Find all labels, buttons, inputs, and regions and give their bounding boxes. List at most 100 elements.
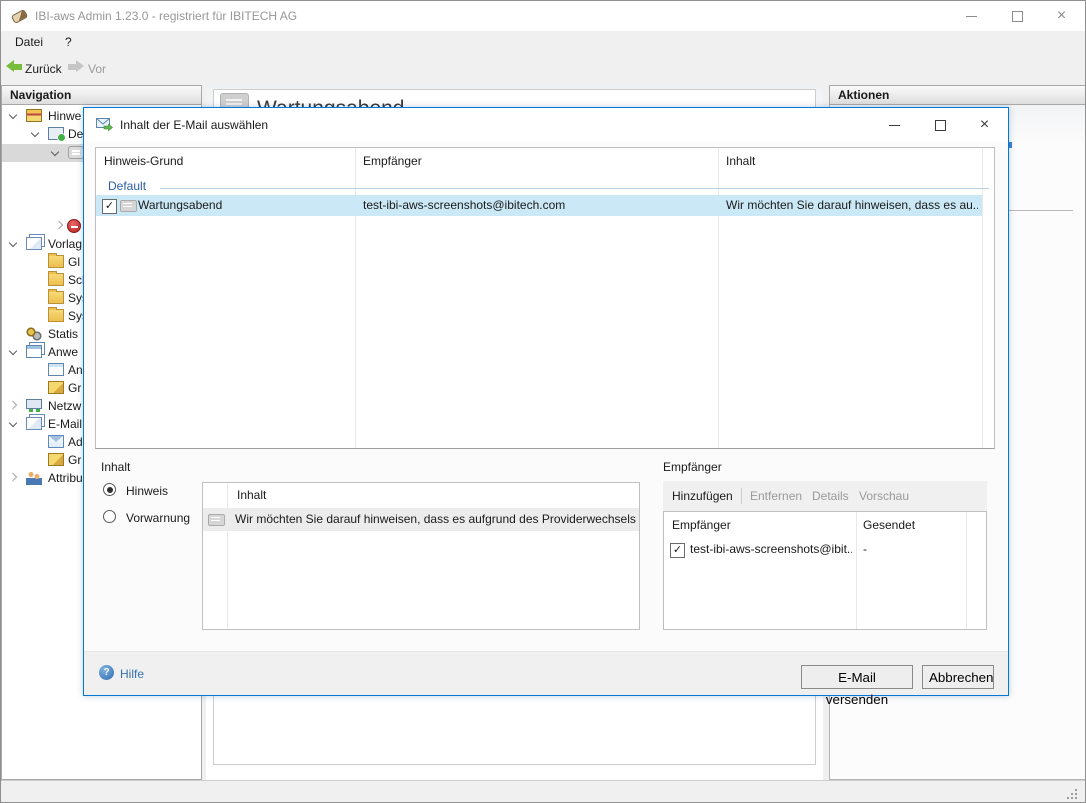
folder-icon <box>48 255 64 268</box>
add-button[interactable]: Hinzufügen <box>672 481 733 511</box>
app-icon <box>11 8 27 24</box>
chevron-right-icon[interactable] <box>55 221 63 229</box>
empfaenger-table: Empfänger Gesendet test-ibi-aws-screensh… <box>663 511 987 630</box>
menu-help[interactable]: ? <box>65 35 72 49</box>
box-icon <box>48 453 64 466</box>
chevron-down-icon[interactable] <box>9 419 17 427</box>
table-row[interactable]: test-ibi-aws-screenshots@ibit... - <box>664 538 986 561</box>
documents-icon <box>26 237 42 250</box>
cancel-button[interactable]: Abbrechen <box>922 665 994 689</box>
dialog-maximize-button[interactable] <box>917 110 962 140</box>
close-icon: × <box>980 116 989 133</box>
minimize-button[interactable] <box>949 1 994 31</box>
details-button[interactable]: Details <box>812 481 849 511</box>
column-header-empfaenger[interactable]: Empfänger <box>363 148 703 175</box>
help-link[interactable]: Hilfe <box>120 667 144 681</box>
cell-inhalt: Wir möchten Sie darauf hinweisen, dass e… <box>726 195 978 216</box>
back-button[interactable]: Zurück <box>25 62 62 76</box>
row-checkbox[interactable] <box>102 199 117 214</box>
windows-stack-icon <box>26 345 42 358</box>
navigation-header: Navigation <box>1 85 202 105</box>
app-window: IBI-aws Admin 1.23.0 - registriert für I… <box>0 0 1086 803</box>
nav-toolbar: Zurück Vor <box>1 54 1086 81</box>
chevron-down-icon[interactable] <box>9 347 17 355</box>
table-row[interactable]: Wartungsabend test-ibi-aws-screenshots@i… <box>96 195 982 216</box>
column-divider <box>227 483 228 629</box>
chevron-down-icon[interactable] <box>9 239 17 247</box>
speech-bubble-icon <box>120 200 137 212</box>
column-header-gesendet[interactable]: Gesendet <box>863 512 963 538</box>
send-email-button[interactable]: E-Mail versenden <box>801 665 913 689</box>
resize-grip[interactable] <box>1067 789 1079 801</box>
empfaenger-toolbar: Hinzufügen Entfernen Details Vorschau <box>663 481 987 511</box>
network-icon <box>26 399 42 409</box>
speech-bubble-icon <box>68 146 84 159</box>
maximize-icon <box>935 120 946 131</box>
help-icon: ? <box>99 665 114 680</box>
dialog-close-button[interactable]: × <box>962 110 1007 140</box>
email-icon <box>96 116 113 133</box>
close-button[interactable]: × <box>1039 1 1084 31</box>
minimize-icon <box>966 16 977 17</box>
envelope-icon <box>48 435 64 448</box>
toolbar-separator <box>741 488 742 504</box>
window-title: IBI-aws Admin 1.23.0 - registriert für I… <box>35 9 297 23</box>
column-divider[interactable] <box>856 512 857 629</box>
column-header-inhalt[interactable]: Inhalt <box>726 148 966 175</box>
window-icon <box>48 363 64 376</box>
gears-icon <box>26 327 42 341</box>
chevron-down-icon[interactable] <box>9 111 17 119</box>
users-icon <box>26 471 42 485</box>
maximize-button[interactable] <box>994 1 1039 31</box>
cell-empfaenger: test-ibi-aws-screenshots@ibitech.com <box>363 195 711 216</box>
dialog-minimize-button[interactable] <box>872 110 917 140</box>
email-dialog: Inhalt der E-Mail auswählen × Hinweis-Gr… <box>83 107 1009 696</box>
title-bar: IBI-aws Admin 1.23.0 - registriert für I… <box>1 1 1086 31</box>
radio-vorwarnung[interactable] <box>103 510 116 523</box>
hinweis-table: Hinweis-Grund Empfänger Inhalt Default W… <box>95 147 995 449</box>
empfaenger-group-label: Empfänger <box>663 460 722 474</box>
column-header-hinweis-grund[interactable]: Hinweis-Grund <box>104 148 344 175</box>
column-divider[interactable] <box>355 148 356 448</box>
radio-vorwarnung-label[interactable]: Vorwarnung <box>126 511 190 525</box>
package-icon <box>26 109 42 122</box>
column-header-inhalt[interactable]: Inhalt <box>237 483 437 508</box>
column-divider[interactable] <box>718 148 719 448</box>
group-header-line <box>160 188 989 189</box>
maximize-icon <box>1012 11 1023 22</box>
radio-hinweis-label[interactable]: Hinweis <box>126 484 168 498</box>
box-icon <box>48 381 64 394</box>
minus-circle-icon <box>67 219 81 233</box>
group-header-default[interactable]: Default <box>108 179 146 193</box>
back-arrow-icon <box>6 60 22 73</box>
folder-icon <box>48 309 64 322</box>
remove-button[interactable]: Entfernen <box>750 481 802 511</box>
mail-stack-icon <box>26 417 42 430</box>
column-divider <box>982 148 983 448</box>
chevron-down-icon[interactable] <box>51 148 59 156</box>
minimize-icon <box>889 125 900 126</box>
column-header-empfaenger[interactable]: Empfänger <box>672 512 850 538</box>
folder-icon <box>48 291 64 304</box>
close-icon: × <box>1057 7 1066 24</box>
row-checkbox[interactable] <box>670 543 685 558</box>
chevron-down-icon[interactable] <box>31 129 39 137</box>
cell-empfaenger: test-ibi-aws-screenshots@ibit... <box>690 538 852 561</box>
preview-button[interactable]: Vorschau <box>859 481 909 511</box>
radio-hinweis[interactable] <box>103 483 116 496</box>
forward-button[interactable]: Vor <box>88 62 106 76</box>
cell-hinweis-grund: Wartungsabend <box>138 195 348 216</box>
table-row[interactable]: Wir möchten Sie darauf hinweisen, dass e… <box>203 508 639 531</box>
forward-arrow-icon <box>68 60 84 73</box>
cell-inhalt-text: Wir möchten Sie darauf hinweisen, dass e… <box>235 508 637 531</box>
actions-header: Aktionen <box>829 85 1086 105</box>
chevron-right-icon[interactable] <box>9 401 17 409</box>
monitor-check-icon <box>48 127 64 140</box>
dialog-title: Inhalt der E-Mail auswählen <box>120 118 268 132</box>
inhalt-group-label: Inhalt <box>101 460 130 474</box>
column-divider <box>966 512 967 629</box>
chevron-right-icon[interactable] <box>9 473 17 481</box>
dialog-footer: ? Hilfe E-Mail versenden Abbrechen <box>84 651 1008 695</box>
menu-datei[interactable]: Datei <box>15 35 43 49</box>
dialog-title-bar: Inhalt der E-Mail auswählen × <box>84 108 1008 142</box>
